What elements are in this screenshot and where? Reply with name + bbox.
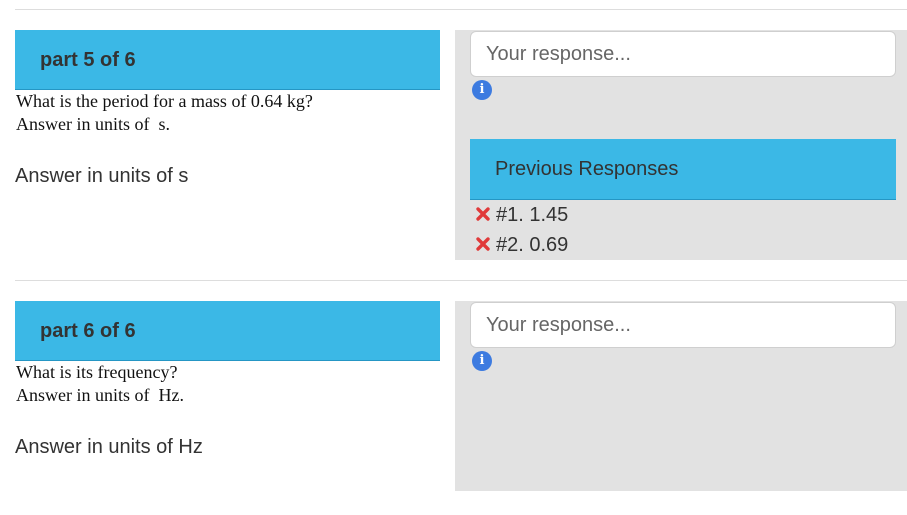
previous-response-label: #1. 1.45 [496,204,569,226]
previous-response-label: #2. 0.69 [496,234,569,256]
part-6-question: What is its frequency? Answer in units o… [16,361,184,407]
part-6-question-line-2: Answer in units of Hz. [16,385,184,405]
top-divider [15,9,907,10]
previous-response-item: #2. 0.69 [475,231,568,259]
part-6-response-input[interactable] [470,302,896,348]
part-6-units-note: Answer in units of Hz [15,436,203,458]
previous-responses-title: Previous Responses [495,158,679,180]
part-6-answer-panel: i [455,301,907,491]
part-5-question: What is the period for a mass of 0.64 kg… [16,90,313,136]
part-5-title: part 5 of 6 [40,49,136,71]
previous-response-item: #1. 1.45 [475,201,568,229]
part-6-title: part 6 of 6 [40,320,136,342]
part-5-units-note: Answer in units of s [15,165,189,187]
section-divider [15,280,907,281]
part-5-answer-panel: i Previous Responses #1. 1.45 #2. 0.69 [455,30,907,260]
previous-responses-header: Previous Responses [470,139,896,200]
x-icon [476,207,490,221]
part-5-question-line-1: What is the period for a mass of 0.64 kg… [16,91,313,111]
part-5-question-line-2: Answer in units of s. [16,114,170,134]
part-5-response-input[interactable] [470,31,896,77]
part-6-header: part 6 of 6 [15,301,440,361]
info-icon[interactable]: i [472,80,492,100]
x-icon [476,237,490,251]
part-5-header: part 5 of 6 [15,30,440,90]
part-6-question-line-1: What is its frequency? [16,362,178,382]
info-icon[interactable]: i [472,351,492,371]
